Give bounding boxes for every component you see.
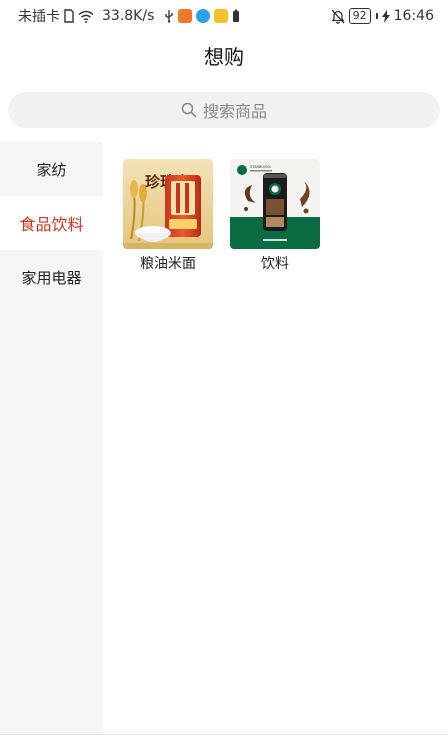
wifi-icon	[78, 10, 94, 23]
product-label: 粮油米面	[140, 256, 196, 272]
product-image-rice: 珍珠米	[123, 159, 213, 249]
product-image-coffee: STARBUCKS	[230, 159, 320, 249]
app-icon-blue	[196, 9, 211, 23]
sidebar-item-label: 家用电器	[21, 268, 82, 287]
network-speed-text: 33.8K/s	[102, 8, 155, 24]
sidebar-item-appliances[interactable]: 家用电器	[0, 250, 103, 304]
product-beverages[interactable]: STARBUCKS 饮料	[230, 159, 320, 273]
product-grain-oil[interactable]: 珍珠米 粮油米面	[123, 159, 213, 273]
bell-off-icon	[331, 9, 345, 24]
page-title: 想购	[204, 45, 244, 69]
status-right: 92 16:46	[331, 8, 434, 24]
sidebar-item-food-drinks[interactable]: 食品饮料	[0, 196, 103, 250]
category-content: 珍珠米 粮油米面	[103, 142, 448, 734]
sidebar-item-label: 食品饮料	[19, 215, 84, 234]
battery-tip	[375, 13, 378, 19]
battery-level-text: 92	[352, 9, 367, 22]
product-grid: 珍珠米 粮油米面	[123, 159, 320, 273]
brand-text: STARBUCKS	[250, 165, 272, 169]
status-bar: 未插卡 33.8K/s 92 16:46	[0, 0, 448, 32]
screen: 未插卡 33.8K/s 92 16:46 想购 搜索商品 家纺 食品饮料 家用电…	[0, 0, 448, 746]
product-label: 饮料	[261, 256, 289, 272]
sidebar-item-label: 家纺	[36, 160, 67, 179]
usb-icon	[164, 9, 174, 23]
bottom-divider	[0, 734, 448, 735]
battery-indicator: 92	[348, 8, 371, 24]
search-icon	[181, 102, 197, 118]
battery-small-icon	[232, 9, 240, 23]
clock-text: 16:46	[393, 8, 434, 24]
sidebar-item-home-textiles[interactable]: 家纺	[0, 142, 103, 196]
sim-status-text: 未插卡	[18, 9, 60, 25]
search-bar[interactable]: 搜索商品	[8, 92, 440, 128]
charging-bolt-icon	[381, 9, 390, 23]
status-left: 未插卡 33.8K/s	[18, 6, 240, 26]
app-icon-yellow	[214, 9, 229, 23]
search-placeholder: 搜索商品	[202, 102, 267, 121]
app-icon-home	[178, 9, 193, 23]
sim-card-icon	[64, 9, 74, 23]
category-sidebar: 家纺 食品饮料 家用电器	[0, 142, 103, 734]
